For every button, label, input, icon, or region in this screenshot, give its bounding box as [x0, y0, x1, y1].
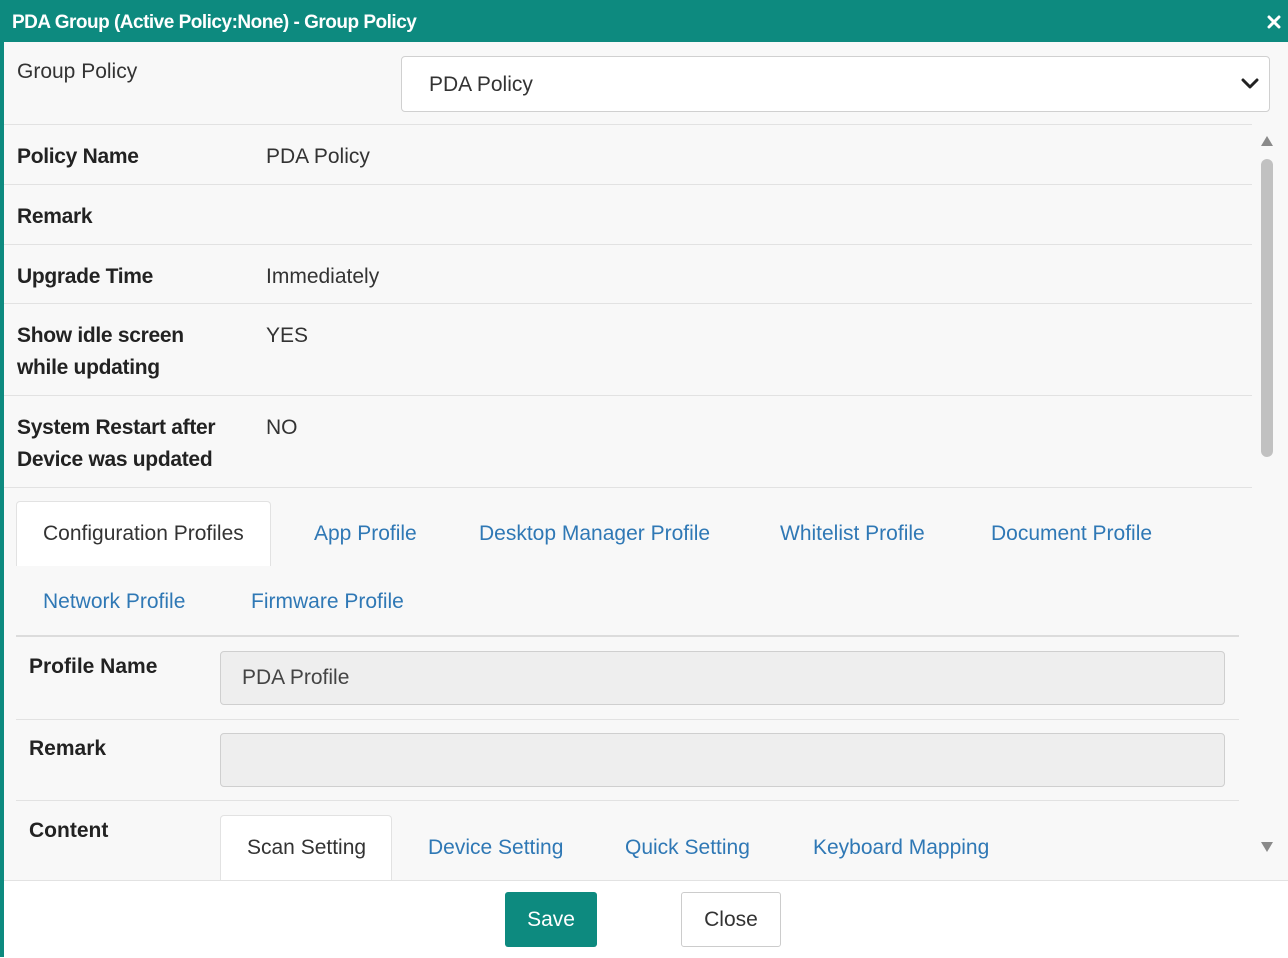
dialog-titlebar: PDA Group (Active Policy:None) - Group P…: [4, 0, 1288, 42]
profile-name-value: PDA Profile: [242, 666, 350, 689]
idle-screen-value: YES: [266, 324, 309, 347]
idle-screen-label: Show idle screen while updating: [17, 324, 184, 379]
group-policy-label: Group Policy: [17, 60, 138, 83]
dialog-footer: Save Close: [4, 880, 1288, 958]
tab-firmware-profile[interactable]: Firmware Profile: [251, 590, 404, 614]
group-policy-dialog: PDA Group (Active Policy:None) - Group P…: [0, 0, 1288, 958]
tab-device-setting[interactable]: Device Setting: [428, 836, 563, 860]
profile-name-row: Profile Name PDA Profile: [16, 637, 1239, 720]
tab-network-profile[interactable]: Network Profile: [43, 590, 185, 614]
close-icon[interactable]: [1266, 14, 1282, 30]
tab-keyboard-mapping[interactable]: Keyboard Mapping: [813, 836, 989, 860]
tab-app-profile[interactable]: App Profile: [314, 522, 417, 546]
profile-name-label: Profile Name: [29, 655, 158, 678]
policy-name-row: Policy Name PDA Policy: [4, 125, 1252, 185]
dialog-title: PDA Group (Active Policy:None) - Group P…: [12, 12, 417, 33]
policy-name-label: Policy Name: [17, 145, 139, 168]
system-restart-row: System Restart after Device was updated …: [4, 396, 1252, 488]
system-restart-label: System Restart after Device was updated: [17, 416, 216, 471]
profile-remark-label: Remark: [29, 737, 107, 760]
remark-label: Remark: [17, 205, 93, 228]
content-row: Content Scan Setting Device Setting Quic…: [16, 801, 1239, 880]
tab-whitelist-profile[interactable]: Whitelist Profile: [780, 522, 925, 546]
close-button[interactable]: Close: [681, 892, 781, 947]
profile-name-field[interactable]: PDA Profile: [220, 651, 1225, 705]
remark-row: Remark: [4, 185, 1252, 245]
profile-remark-row: Remark: [16, 720, 1239, 801]
tab-quick-setting[interactable]: Quick Setting: [625, 836, 750, 860]
tab-configuration-profiles[interactable]: Configuration Profiles: [16, 501, 271, 566]
policy-name-value: PDA Policy: [266, 145, 370, 168]
scrollbar-thumb[interactable]: [1261, 159, 1273, 457]
content-label: Content: [29, 819, 109, 842]
profile-remark-field[interactable]: [220, 733, 1225, 787]
configuration-profile-panel: Profile Name PDA Profile Remark Content …: [16, 637, 1239, 880]
group-policy-select[interactable]: PDA Policy: [401, 56, 1270, 112]
save-button[interactable]: Save: [505, 892, 597, 947]
tab-document-profile[interactable]: Document Profile: [991, 522, 1152, 546]
tab-desktop-manager-profile[interactable]: Desktop Manager Profile: [479, 522, 710, 546]
policy-scroll-area: Policy Name PDA Policy Remark Upgrade Ti…: [4, 125, 1254, 880]
scroll-up-arrow-icon[interactable]: [1260, 135, 1274, 147]
idle-screen-row: Show idle screen while updating YES: [4, 304, 1252, 396]
upgrade-time-row: Upgrade Time Immediately: [4, 245, 1252, 304]
chevron-down-icon: [1241, 78, 1259, 89]
upgrade-time-label: Upgrade Time: [17, 265, 154, 288]
system-restart-value: NO: [266, 416, 298, 439]
vertical-scrollbar[interactable]: [1256, 125, 1278, 860]
group-policy-selected-value: PDA Policy: [429, 73, 533, 96]
tab-scan-setting[interactable]: Scan Setting: [220, 815, 393, 880]
upgrade-time-value: Immediately: [266, 265, 380, 288]
scroll-down-arrow-icon[interactable]: [1260, 841, 1274, 853]
